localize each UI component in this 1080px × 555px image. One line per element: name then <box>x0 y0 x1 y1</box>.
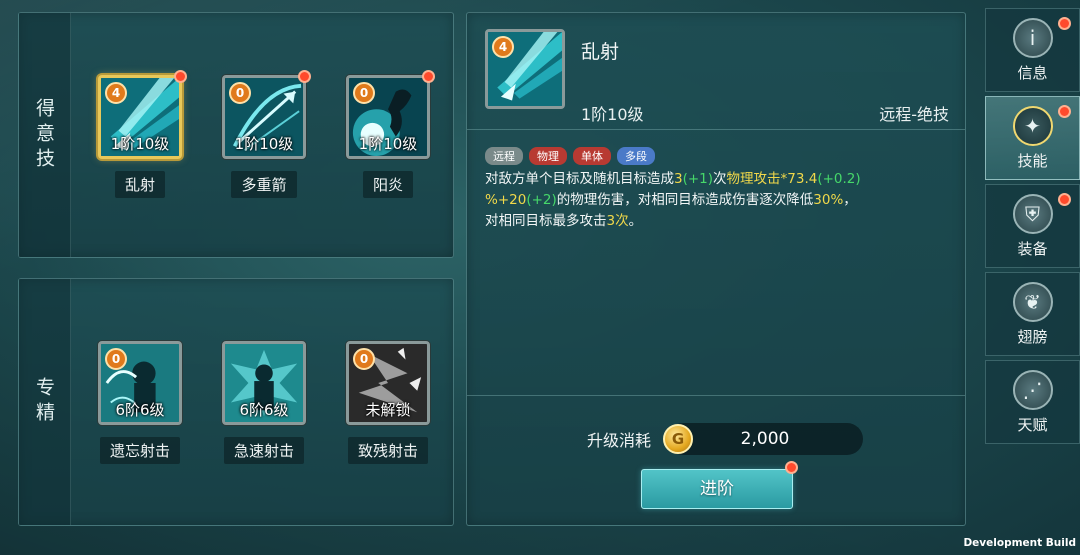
spec-icon-zhican[interactable]: 0 未解锁 <box>346 341 430 425</box>
skill-icon-yangyan[interactable]: 0 1阶10级 <box>346 75 430 159</box>
desc-value: %+20 <box>485 192 527 208</box>
spec-level-text: 未解锁 <box>365 401 411 419</box>
nav-item-info[interactable]: i 信息 <box>985 8 1080 92</box>
desc-text: ， <box>843 192 857 208</box>
alert-dot <box>1058 17 1071 30</box>
skill-name: 阳炎 <box>362 171 413 198</box>
tag-multi-hit: 多段 <box>617 147 655 165</box>
nav-label: 信息 <box>1017 63 1048 82</box>
detail-divider <box>467 129 965 130</box>
side-nav: i 信息 ✦ 技能 ⛨ 装备 ❦ 翅膀 ⋰ 天赋 <box>985 8 1080 528</box>
desc-value: 物理攻击*73.4 <box>726 171 818 187</box>
nav-item-skills[interactable]: ✦ 技能 <box>985 96 1080 180</box>
desc-bonus: (+1) <box>682 171 714 187</box>
skill-rank-badge: 0 <box>353 82 375 104</box>
share-icon: ⋰ <box>1012 369 1053 410</box>
desc-text: 的物理伤害，对相同目标造成伤害逐次降低 <box>556 192 814 208</box>
upgrade-cost-label: 升级消耗 <box>587 431 652 450</box>
cost-divider <box>467 395 965 396</box>
desc-text: 。 <box>628 213 643 229</box>
alert-dot <box>1058 193 1071 206</box>
tag-physical: 物理 <box>529 147 567 165</box>
tag-single-target: 单体 <box>573 147 611 165</box>
skill-level-text: 1阶10级 <box>234 135 294 153</box>
alert-dot <box>422 70 435 83</box>
upgrade-cost-value: 2,000 <box>740 429 790 449</box>
armor-glyph: ⛨ <box>1025 201 1040 226</box>
skill-icon-duozhongjian[interactable]: 0 1阶10级 <box>222 75 306 159</box>
upgrade-cost-row: 升级消耗 G 2,000 <box>587 423 864 455</box>
wing-glyph: ❦ <box>1024 289 1041 314</box>
alert-dot <box>174 70 187 83</box>
alert-dot <box>1058 105 1071 118</box>
skill-slot-yangyan[interactable]: 0 1阶10级 阳炎 <box>345 70 435 198</box>
gold-coin-icon: G <box>663 424 694 454</box>
desc-bonus: (+2) <box>526 192 557 208</box>
nav-item-wings[interactable]: ❦ 翅膀 <box>985 272 1080 356</box>
skill-tags: 远程 物理 单体 多段 <box>485 147 655 165</box>
skills-panel: 得意技 4 1阶10级 乱射 0 1阶10级 多重箭 0 1阶10级 阳炎 <box>18 12 454 258</box>
spec-slot-jisu[interactable]: 6阶6级 急速射击 <box>221 341 307 464</box>
skill-icon-luanshe[interactable]: 4 1阶10级 <box>98 75 182 159</box>
spec-icon-jisu[interactable]: 6阶6级 <box>222 341 306 425</box>
spec-name: 急速射击 <box>223 437 304 464</box>
skill-rank-badge: 4 <box>105 82 127 104</box>
spec-rank-badge: 0 <box>105 348 127 370</box>
spec-icon-yiwang[interactable]: 0 6阶6级 <box>98 341 182 425</box>
skill-glyph: ✦ <box>1024 113 1041 138</box>
desc-value: 3次 <box>606 213 629 229</box>
nav-item-equipment[interactable]: ⛨ 装备 <box>985 184 1080 268</box>
skill-name: 多重箭 <box>231 171 297 198</box>
alert-dot <box>785 461 798 474</box>
tag-ranged: 远程 <box>485 147 523 165</box>
spec-slot-zhican[interactable]: 0 未解锁 致残射击 <box>345 341 431 464</box>
wing-icon: ❦ <box>1012 281 1053 322</box>
detail-skill-icon: 4 <box>485 29 565 109</box>
upgrade-cost-box: G 2,000 <box>663 423 864 455</box>
skill-level-text: 1阶10级 <box>358 135 418 153</box>
skill-name: 乱射 <box>114 171 165 198</box>
desc-text: 对相同目标最多攻击 <box>485 213 607 229</box>
skill-description: 对敌方单个目标及随机目标造成3(+1)次物理攻击*73.4(+0.2) %+20(… <box>485 169 955 232</box>
skill-level-text: 1阶10级 <box>110 135 170 153</box>
specialization-section-title: 专精 <box>33 377 55 427</box>
skill-slot-luanshe[interactable]: 4 1阶10级 乱射 <box>97 70 187 198</box>
nav-item-talent[interactable]: ⋰ 天赋 <box>985 360 1080 444</box>
dev-build-label: Development Build <box>963 537 1076 549</box>
info-glyph: i <box>1029 25 1036 50</box>
nav-label: 天赋 <box>1017 415 1048 434</box>
nav-label: 装备 <box>1017 239 1048 258</box>
skill-detail-panel: 4 乱射 1阶10级 远程-绝技 远程 物理 单体 多段 对敌方单个目标及随机目… <box>466 12 966 526</box>
specialization-section-label: 专精 <box>19 279 71 525</box>
detail-skill-type: 远程-绝技 <box>879 105 949 124</box>
skill-slot-duozhongjian[interactable]: 0 1阶10级 多重箭 <box>221 70 311 198</box>
nav-label: 翅膀 <box>1017 327 1048 346</box>
specialization-panel: 专精 0 6阶6级 遗忘射击 6阶6级 急速射击 0 未解锁 致残射击 <box>18 278 454 526</box>
detail-title: 乱射 <box>581 41 620 63</box>
spec-level-text: 6阶6级 <box>115 401 165 419</box>
share-glyph: ⋰ <box>1022 377 1043 402</box>
detail-rank-badge: 4 <box>492 36 514 58</box>
spec-rank-badge: 0 <box>353 348 375 370</box>
spec-name: 遗忘射击 <box>99 437 180 464</box>
alert-dot <box>298 70 311 83</box>
spec-slot-yiwang[interactable]: 0 6阶6级 遗忘射击 <box>97 341 183 464</box>
desc-text: 对敌方单个目标及随机目标造成 <box>485 171 674 187</box>
desc-text: 次 <box>713 171 727 187</box>
skills-section-label: 得意技 <box>19 13 71 257</box>
info-icon: i <box>1012 17 1053 58</box>
detail-level: 1阶10级 <box>581 105 644 124</box>
skill-icon: ✦ <box>1012 105 1053 146</box>
nav-label: 技能 <box>1017 151 1048 170</box>
desc-bonus: (+0.2) <box>817 171 861 187</box>
spec-name: 致残射击 <box>347 437 428 464</box>
desc-value: 30% <box>813 192 844 208</box>
skills-section-title: 得意技 <box>33 97 55 173</box>
desc-value: 3 <box>674 171 683 187</box>
advance-button[interactable]: 进阶 <box>641 469 793 509</box>
skill-rank-badge: 0 <box>229 82 251 104</box>
spec-level-text: 6阶6级 <box>239 401 289 419</box>
armor-icon: ⛨ <box>1012 193 1053 234</box>
